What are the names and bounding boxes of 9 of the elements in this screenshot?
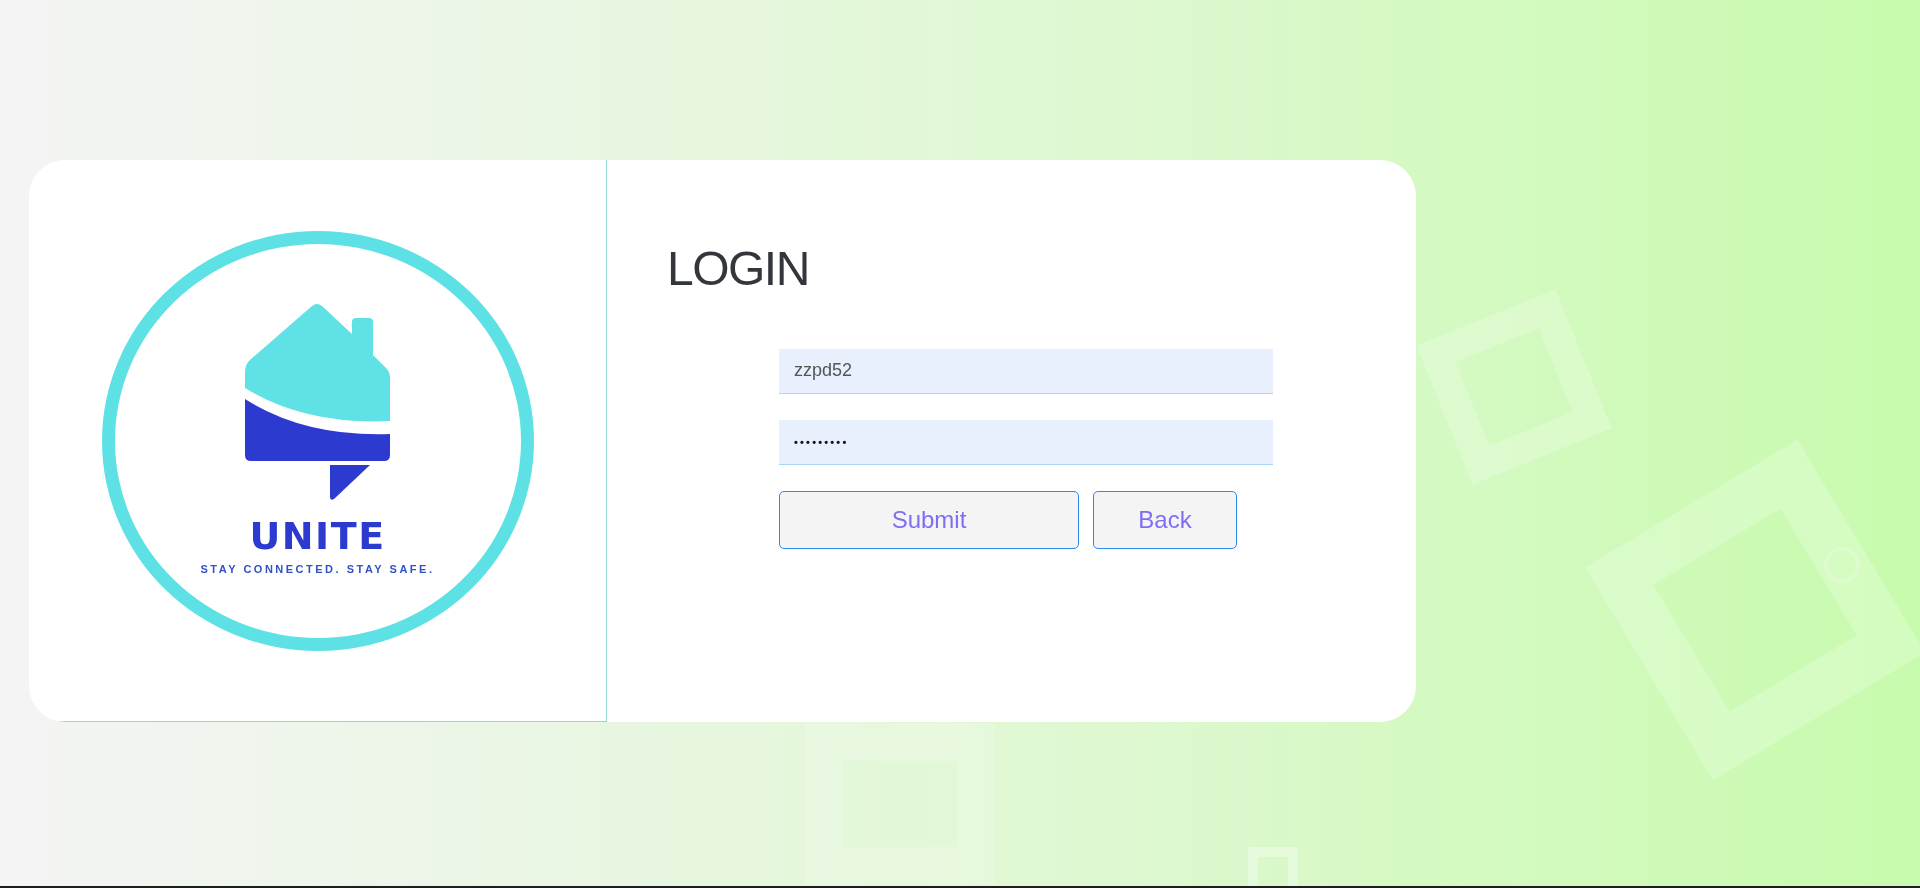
login-title: LOGIN [667,241,809,297]
submit-button[interactable]: Submit [779,490,1079,549]
brand-name: UNITE [249,516,386,555]
decorative-ring [1824,547,1860,583]
username-field[interactable]: zzpd52 [779,348,1273,394]
password-field[interactable]: ••••••••• [779,419,1273,465]
brand-tagline: STAY CONNECTED. STAY SAFE. [200,563,435,575]
back-button[interactable]: Back [1093,490,1237,549]
house-logo-icon [245,301,390,500]
